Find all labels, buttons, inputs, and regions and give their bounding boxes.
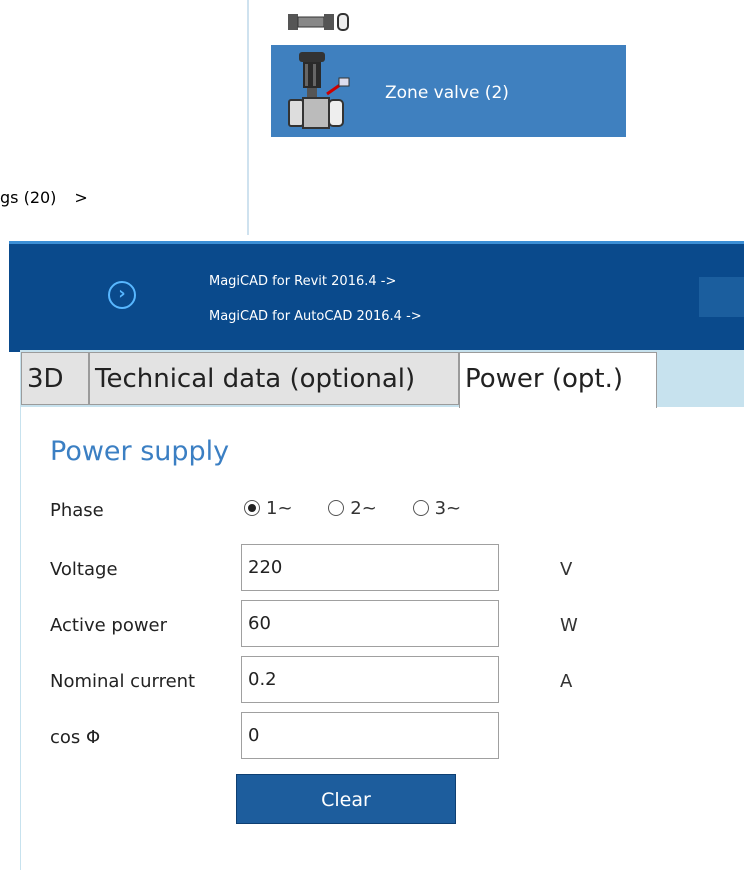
panel-border xyxy=(20,405,21,870)
pipe-fitting-icon[interactable] xyxy=(286,10,358,34)
magicad-revit-link[interactable]: MagiCAD for Revit 2016.4 -> xyxy=(209,274,396,289)
nominal-current-unit: A xyxy=(560,671,573,692)
zone-valve-label: Zone valve (2) xyxy=(385,83,509,103)
zone-valve-icon xyxy=(288,52,350,129)
magicad-autocad-link[interactable]: MagiCAD for AutoCAD 2016.4 -> xyxy=(209,309,422,324)
voltage-unit: V xyxy=(560,559,573,580)
active-power-input[interactable] xyxy=(241,600,499,647)
phase-radio-1[interactable]: 1~ xyxy=(244,498,293,519)
nominal-current-input[interactable] xyxy=(241,656,499,703)
product-item-zone-valve[interactable]: Zone valve (2) xyxy=(271,45,626,137)
phase-label: Phase xyxy=(50,500,104,521)
chevron-right-icon[interactable]: > xyxy=(74,188,87,207)
phase-option-label: 2~ xyxy=(350,498,377,519)
tab-technical-data[interactable]: Technical data (optional) xyxy=(89,352,459,405)
phase-radio-2[interactable]: 2~ xyxy=(328,498,377,519)
cos-phi-label: cos Φ xyxy=(50,727,101,748)
category-breadcrumb[interactable]: gs (20) > xyxy=(0,188,88,207)
download-banner: › MagiCAD for Revit 2016.4 -> MagiCAD fo… xyxy=(9,241,744,352)
phase-option-label: 3~ xyxy=(434,498,462,519)
phase-radio-3[interactable]: 3~ xyxy=(412,498,462,519)
clear-button[interactable]: Clear xyxy=(236,774,456,824)
banner-side-button[interactable] xyxy=(699,277,744,317)
voltage-input[interactable] xyxy=(241,544,499,591)
category-label: gs (20) xyxy=(0,188,57,207)
phase-option-label: 1~ xyxy=(266,498,293,519)
active-power-label: Active power xyxy=(50,615,168,636)
voltage-label: Voltage xyxy=(50,559,118,580)
section-title-power-supply: Power supply xyxy=(50,436,230,467)
radio-empty-icon xyxy=(412,500,429,516)
radio-empty-icon xyxy=(328,500,345,516)
tab-power[interactable]: Power (opt.) xyxy=(459,352,657,408)
chevron-circle-right-icon[interactable]: › xyxy=(108,281,136,309)
active-power-unit: W xyxy=(560,615,578,636)
nominal-current-label: Nominal current xyxy=(50,671,196,692)
cos-phi-input[interactable] xyxy=(241,712,499,759)
tab-3d[interactable]: 3D xyxy=(21,352,89,405)
panel-divider xyxy=(247,0,249,235)
phase-radio-group: 1~ 2~ 3~ xyxy=(244,498,491,519)
radio-selected-icon xyxy=(244,500,260,516)
